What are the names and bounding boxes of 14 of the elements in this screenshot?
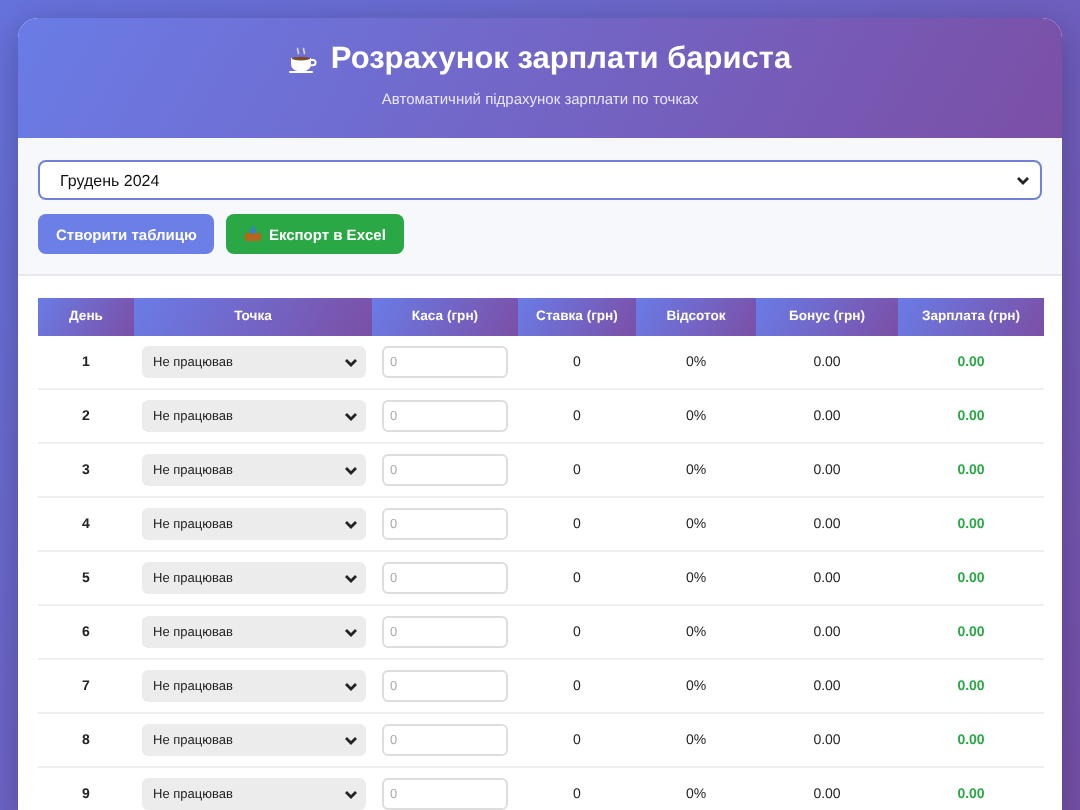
chevron-down-icon [343, 465, 357, 475]
chevron-down-icon [343, 519, 357, 529]
chevron-down-icon [343, 357, 357, 367]
chevron-down-icon [1016, 175, 1030, 185]
chevron-down-icon [343, 681, 357, 691]
chevron-down-icon [343, 573, 357, 583]
month-dropdown[interactable]: Грудень 2024 [38, 160, 1042, 200]
page-title: Розрахунок зарплати бариста [330, 42, 792, 78]
chevron-down-icon [343, 411, 357, 421]
coffee-cup-icon [288, 46, 319, 74]
chevron-down-icon [343, 789, 357, 799]
inbox-tray-icon [244, 226, 263, 242]
chevron-down-icon [343, 627, 357, 637]
chevron-down-icon [343, 735, 357, 745]
